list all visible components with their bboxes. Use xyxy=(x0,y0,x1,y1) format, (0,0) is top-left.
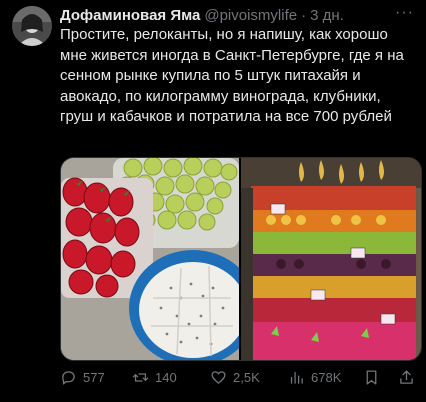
bookmark-icon xyxy=(366,369,377,385)
bookmark-button[interactable] xyxy=(363,369,380,386)
tweet-header: Дофаминовая Яма @pivoismylife · 3 дн. xyxy=(60,5,416,25)
media-photo-fruits[interactable] xyxy=(61,158,239,360)
heart-icon xyxy=(211,370,226,384)
timestamp[interactable]: 3 дн. xyxy=(310,7,344,24)
market-photo-image xyxy=(241,158,421,360)
tweet-media[interactable] xyxy=(60,157,422,361)
reply-icon xyxy=(62,370,75,385)
views-button[interactable]: 678K xyxy=(288,369,341,386)
avatar-image xyxy=(12,6,52,46)
more-options-icon[interactable]: ··· xyxy=(395,4,414,22)
retweet-icon xyxy=(132,372,149,382)
media-photo-market[interactable] xyxy=(241,158,421,360)
like-button[interactable]: 2,5K xyxy=(210,369,260,386)
like-count: 2,5K xyxy=(233,369,260,385)
retweet-button[interactable]: 140 xyxy=(132,369,177,386)
avatar[interactable] xyxy=(12,6,52,46)
action-bar: 577 140 2,5K 678K xyxy=(60,367,420,387)
separator-dot: · xyxy=(301,6,307,24)
fruits-photo-image xyxy=(61,158,239,360)
author-handle[interactable]: @pivoismylife xyxy=(204,7,297,24)
tweet[interactable]: Дофаминовая Яма @pivoismylife · 3 дн. ··… xyxy=(0,0,426,402)
author-name[interactable]: Дофаминовая Яма xyxy=(60,7,200,24)
share-button[interactable] xyxy=(398,369,415,386)
reply-count: 577 xyxy=(83,369,105,385)
tweet-text: Простите, релоканты, но я напишу, как хо… xyxy=(60,26,404,125)
views-count: 678K xyxy=(311,369,342,385)
retweet-count: 140 xyxy=(155,369,177,385)
views-chart-icon xyxy=(290,371,303,384)
reply-button[interactable]: 577 xyxy=(60,369,105,386)
share-icon xyxy=(400,369,413,384)
